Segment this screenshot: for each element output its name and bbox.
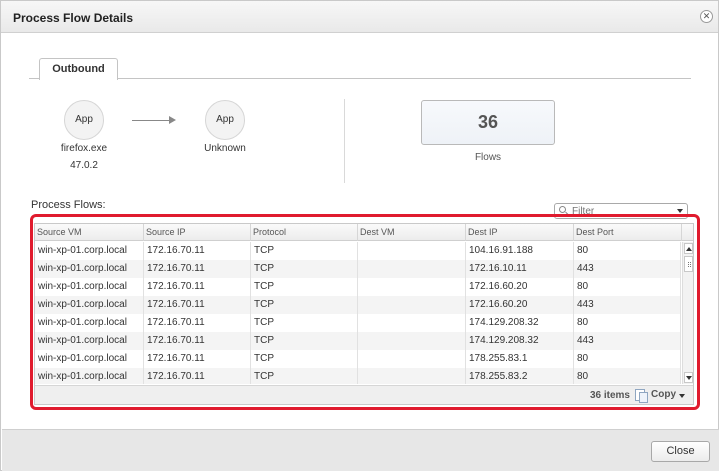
close-button[interactable]: Close <box>651 441 710 462</box>
source-process-name: firefox.exe <box>60 143 108 154</box>
source-app-icon: App <box>64 100 104 140</box>
summary-divider <box>344 99 345 183</box>
search-icon <box>559 206 566 213</box>
flows-count: 36 <box>421 100 555 145</box>
flows-label: Flows <box>474 152 502 163</box>
close-x-icon[interactable]: ✕ <box>700 10 713 23</box>
dialog-titlebar: Process Flow Details ✕ <box>1 1 718 33</box>
destination-app-icon: App <box>205 100 245 140</box>
dialog-title: Process Flow Details <box>13 11 134 25</box>
process-flows-label: Process Flows: <box>31 199 106 211</box>
highlight-annotation-box <box>30 214 700 410</box>
tab-divider <box>29 78 691 79</box>
tab-outbound[interactable]: Outbound <box>39 58 118 80</box>
source-process-version: 47.0.2 <box>70 160 98 171</box>
chevron-down-icon[interactable] <box>677 209 683 213</box>
process-flow-details-dialog: Process Flow Details ✕ Outbound App fire… <box>0 0 719 471</box>
arrow-head-icon <box>169 116 176 124</box>
destination-name: Unknown <box>204 143 246 154</box>
dialog-button-bar: Close <box>2 429 719 471</box>
flow-arrow-icon <box>132 120 170 121</box>
